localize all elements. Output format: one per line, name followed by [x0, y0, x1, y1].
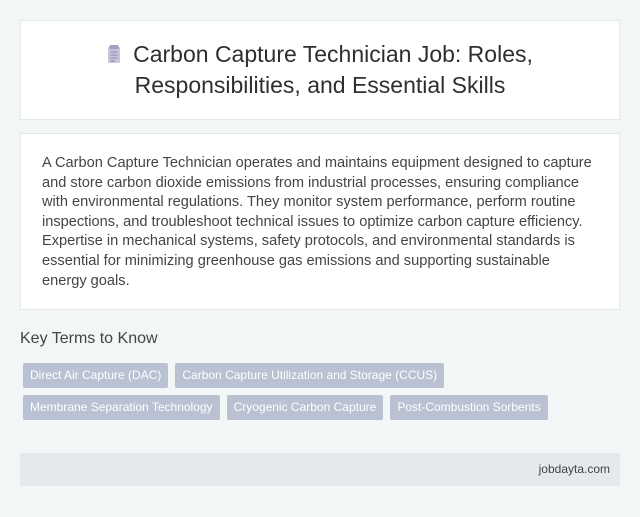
title-card: Carbon Capture Technician Job: Roles, Re… [20, 20, 620, 120]
footer-source[interactable]: jobdayta.com [539, 462, 610, 476]
tag-membrane-separation[interactable]: Membrane Separation Technology [23, 395, 220, 420]
tag-row: Direct Air Capture (DAC) Carbon Capture … [23, 363, 583, 388]
summary-text: A Carbon Capture Technician operates and… [42, 155, 592, 289]
tag-direct-air-capture[interactable]: Direct Air Capture (DAC) [23, 363, 169, 388]
key-terms-list: Direct Air Capture (DAC) Carbon Capture … [23, 363, 583, 427]
page-title-text: Carbon Capture Technician Job: Roles, Re… [133, 41, 533, 98]
tag-cryogenic-capture[interactable]: Cryogenic Carbon Capture [226, 395, 384, 420]
tag-row: Membrane Separation Technology Cryogenic… [23, 395, 583, 420]
document-icon [108, 45, 121, 63]
key-terms-heading: Key Terms to Know [20, 330, 158, 347]
footer: jobdayta.com [20, 453, 620, 486]
page-title: Carbon Capture Technician Job: Roles, Re… [60, 39, 580, 101]
summary-card: A Carbon Capture Technician operates and… [20, 133, 620, 310]
tag-ccus[interactable]: Carbon Capture Utilization and Storage (… [175, 363, 445, 388]
tag-post-combustion-sorbents[interactable]: Post-Combustion Sorbents [390, 395, 548, 420]
